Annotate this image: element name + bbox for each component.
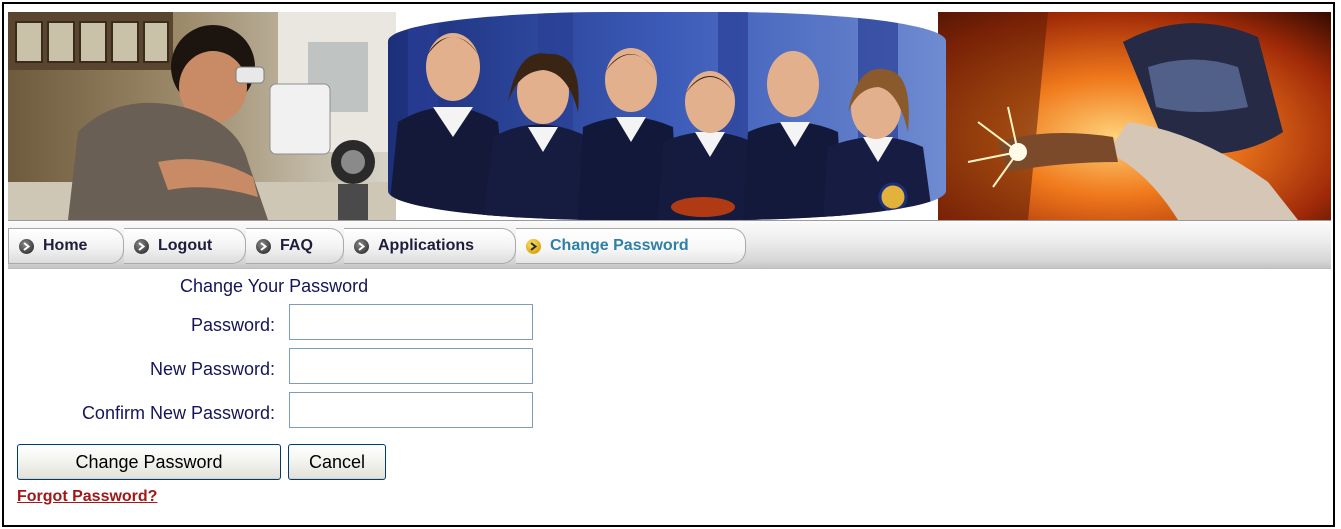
ffa-officers-group-photo xyxy=(388,12,946,220)
tab-applications-label: Applications xyxy=(378,237,475,254)
tab-logout-label: Logout xyxy=(158,237,213,254)
tab-change-password[interactable]: Change Password xyxy=(516,228,746,264)
cancel-button[interactable]: Cancel xyxy=(288,444,386,480)
tab-faq[interactable]: FAQ xyxy=(246,228,344,264)
page-frame: Home Logout FAQ Applications Change Pass xyxy=(2,2,1335,527)
confirm-password-label: Confirm New Password: xyxy=(81,403,275,423)
tab-change-password-label: Change Password xyxy=(550,237,689,254)
forgot-password-link[interactable]: Forgot Password? xyxy=(17,488,157,506)
tab-applications[interactable]: Applications xyxy=(344,228,516,264)
welder-sparks-photo xyxy=(938,12,1331,220)
chevron-right-icon xyxy=(19,238,34,254)
confirm-password-input[interactable] xyxy=(289,392,533,428)
tab-home-label: Home xyxy=(43,237,88,254)
form-title: Change Your Password xyxy=(180,276,369,296)
chevron-right-icon xyxy=(134,238,149,254)
student-microscope-photo xyxy=(8,12,396,220)
new-password-input[interactable] xyxy=(289,348,533,384)
main-nav: Home Logout FAQ Applications Change Pass xyxy=(8,220,1331,269)
chevron-right-icon xyxy=(526,238,541,254)
tab-home[interactable]: Home xyxy=(8,228,124,264)
tab-logout[interactable]: Logout xyxy=(124,228,246,264)
password-label: Password: xyxy=(190,315,275,335)
chevron-right-icon xyxy=(354,238,369,254)
new-password-label: New Password: xyxy=(149,359,275,379)
change-password-button[interactable]: Change Password xyxy=(17,444,281,480)
current-password-input[interactable] xyxy=(289,304,533,340)
tab-faq-label: FAQ xyxy=(280,237,313,254)
header-banner xyxy=(8,12,1331,220)
chevron-right-icon xyxy=(256,238,271,254)
